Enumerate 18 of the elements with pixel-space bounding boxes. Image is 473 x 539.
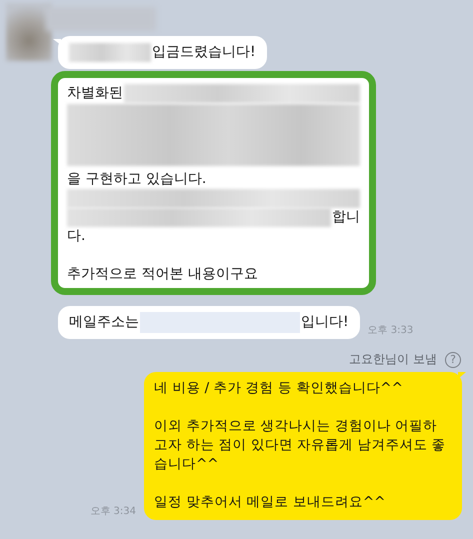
message-text: 네 비용 / 추가 경험 등 확인했습니다^^ — [154, 379, 404, 398]
message-text: 이외 추가적으로 생각나시는 경험이나 어필하 — [154, 417, 438, 436]
message-text: 다. — [67, 227, 86, 246]
sender-note: 고요한님이 보냄 — [349, 351, 437, 368]
message-time: 오후 3:33 — [368, 324, 414, 337]
message-text: 습니다^^ — [154, 455, 220, 474]
message-time: 오후 3:34 — [90, 505, 136, 518]
message-text: 합니 — [332, 208, 360, 227]
message-text: 추가적으로 적어본 내용이구요 — [67, 265, 258, 284]
message-text: 고자 하는 점이 있다면 자유롭게 남겨주셔도 좋 — [154, 436, 447, 455]
message-text: 일정 맞추어서 메일로 보내드려요^^ — [154, 493, 386, 512]
help-icon[interactable]: ? — [445, 352, 461, 368]
message-text: 차별화된 — [67, 84, 123, 103]
avatar — [6, 3, 52, 61]
message-text: 입니다! — [301, 313, 349, 332]
message-text: 을 구현하고 있습니다. — [67, 170, 206, 189]
message-text: 입금드렸습니다! — [152, 43, 256, 62]
message-text: 메일주소는 — [69, 313, 139, 332]
